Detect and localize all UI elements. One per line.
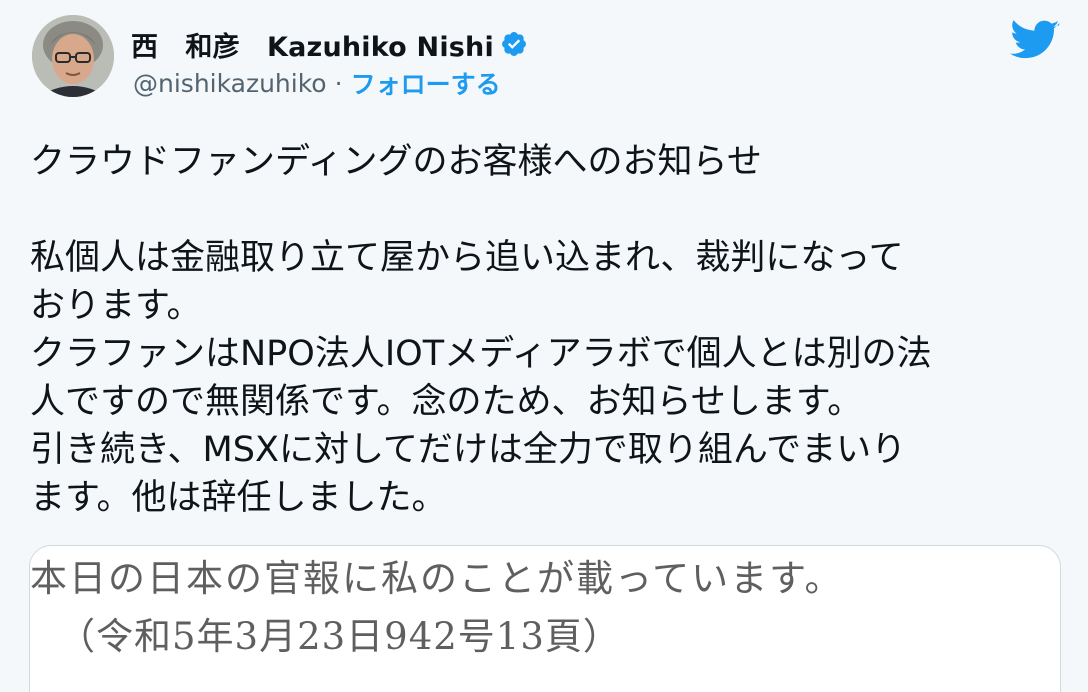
avatar[interactable] (32, 15, 114, 97)
avatar-photo (32, 15, 114, 97)
tweet-line: おります。 (30, 286, 202, 326)
tweet-line: ます。他は辞任しました。 (30, 478, 447, 518)
display-name[interactable]: 西 和彦 Kazuhiko Nishi (131, 25, 494, 64)
verified-badge-icon (500, 30, 528, 58)
separator-dot: · (334, 68, 343, 98)
tweet-line: 人ですので無関係です。念のため、お知らせします。 (30, 382, 863, 422)
gazette-image-text-line-2: （令和5年3月23日942号13頁） (58, 615, 621, 658)
user-handle[interactable]: @nishikazuhiko (133, 69, 327, 98)
tweet-card: 西 和彦 Kazuhiko Nishi @nishikazuhiko · フォロ… (0, 0, 1088, 692)
tweet-line: クラウドファンディングのお客様へのお知らせ (30, 142, 762, 182)
tweet-line: 引き続き、MSXに対してだけは全力で取り組んでまいり (30, 430, 907, 470)
tweet-line: 私個人は金融取り立て屋から追い込まれ、裁判になって (30, 238, 904, 278)
handle-row: @nishikazuhiko · フォローする (133, 66, 501, 100)
tweet-line: クラファンはNPO法人IOTメディアラボで個人とは別の法 (30, 334, 932, 374)
attached-image-card[interactable]: 本日の日本の官報に私のことが載っています。 （令和5年3月23日942号13頁） (29, 545, 1061, 692)
follow-button[interactable]: フォローする (351, 65, 501, 101)
twitter-bird-icon[interactable] (1010, 20, 1060, 62)
gazette-image-text-line-1: 本日の日本の官報に私のことが載っています。 (30, 557, 844, 600)
author-name-row[interactable]: 西 和彦 Kazuhiko Nishi (131, 25, 528, 64)
tweet-line (30, 186, 1060, 234)
tweet-text: クラウドファンディングのお客様へのお知らせ 私個人は金融取り立て屋から追い込まれ… (30, 138, 1060, 522)
